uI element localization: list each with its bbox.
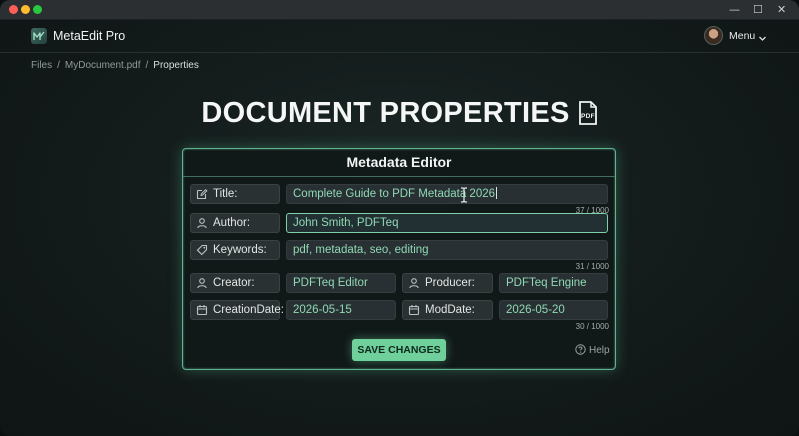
help-circle-icon (575, 344, 586, 355)
page-title: DOCUMENT PROPERTIES PDF (0, 97, 799, 133)
app-window: — ☐ ✕ MetaEdit Pro Menu Files / MyDocument… (0, 0, 799, 436)
calendar-icon (196, 304, 208, 322)
creator-input[interactable]: PDFTeq Editor (286, 273, 396, 293)
creator-value: PDFTeq Editor (293, 277, 368, 289)
edit-icon (196, 188, 208, 206)
title-label: Title: (190, 184, 280, 204)
mod-date-value: 2026-05-20 (506, 304, 565, 316)
close-window-dot[interactable] (9, 5, 18, 14)
breadcrumb-separator: / (57, 60, 60, 71)
tag-icon (196, 244, 208, 262)
help-label: Help (589, 345, 610, 356)
producer-input[interactable]: PDFTeq Engine (499, 273, 608, 293)
user-icon (408, 277, 420, 295)
page-title-text: DOCUMENT PROPERTIES (201, 97, 570, 129)
panel-title: Metadata Editor (183, 149, 615, 177)
minimize-window-dot[interactable] (21, 5, 30, 14)
creation-date-input[interactable]: 2026-05-15 (286, 300, 396, 320)
producer-value: PDFTeq Engine (506, 277, 587, 289)
breadcrumb-separator: / (145, 60, 149, 71)
user-icon (196, 277, 208, 295)
keywords-label: Keywords: (190, 240, 280, 260)
author-value: John Smith, PDFTeq (293, 217, 399, 229)
maximize-icon[interactable]: ☐ (753, 2, 763, 18)
title-label-text: Title: (213, 188, 238, 200)
text-cursor (496, 187, 498, 199)
creator-label: Creator: (190, 273, 280, 293)
producer-label: Producer: (402, 273, 493, 293)
app-header: MetaEdit Pro Menu (0, 20, 799, 53)
keywords-value: pdf, metadata, seo, editing (293, 244, 429, 256)
chevron-down-icon[interactable] (758, 30, 767, 48)
mod-date-label-text: ModDate: (425, 304, 475, 316)
title-input[interactable]: Complete Guide to PDF Metadata 2026 (286, 184, 608, 204)
author-label: Author: (190, 213, 280, 233)
menu-button[interactable]: Menu (729, 30, 755, 42)
close-icon[interactable]: ✕ (777, 2, 786, 18)
minimize-icon[interactable]: — (729, 2, 740, 18)
avatar[interactable] (704, 26, 723, 45)
author-input[interactable]: John Smith, PDFTeq (286, 213, 608, 233)
producer-label-text: Producer: (425, 277, 475, 289)
svg-text:PDF: PDF (581, 113, 595, 120)
keywords-input[interactable]: pdf, metadata, seo, editing (286, 240, 608, 260)
creation-date-value: 2026-05-15 (293, 304, 352, 316)
creator-label-text: Creator: (213, 277, 255, 289)
keywords-label-text: Keywords: (213, 244, 267, 256)
author-label-text: Author: (213, 217, 251, 229)
breadcrumb-current: Properties (153, 60, 199, 71)
mod-date-char-counter: 30 / 1000 (575, 322, 609, 331)
breadcrumb-files[interactable]: Files (31, 60, 52, 71)
breadcrumb-document[interactable]: MyDocument.pdf (65, 60, 141, 71)
user-icon (196, 217, 208, 235)
creation-date-label-text: CreationDate: (213, 304, 284, 316)
zoom-window-dot[interactable] (33, 5, 42, 14)
title-bar: — ☐ ✕ (0, 0, 799, 20)
mod-date-input[interactable]: 2026-05-20 (499, 300, 608, 320)
mod-date-label: ModDate: (402, 300, 493, 320)
keywords-char-counter: 31 / 1000 (575, 262, 609, 271)
app-name: MetaEdit Pro (53, 29, 126, 43)
breadcrumb: Files / MyDocument.pdf / Properties (31, 60, 199, 71)
pdf-file-icon: PDF (578, 100, 598, 133)
help-link[interactable]: Help (575, 344, 610, 356)
app-logo-icon (31, 28, 47, 44)
ibeam-cursor-icon (460, 187, 468, 208)
creation-date-label: CreationDate: (190, 300, 284, 322)
calendar-icon (408, 304, 420, 322)
save-changes-button[interactable]: SAVE CHANGES (352, 339, 446, 361)
